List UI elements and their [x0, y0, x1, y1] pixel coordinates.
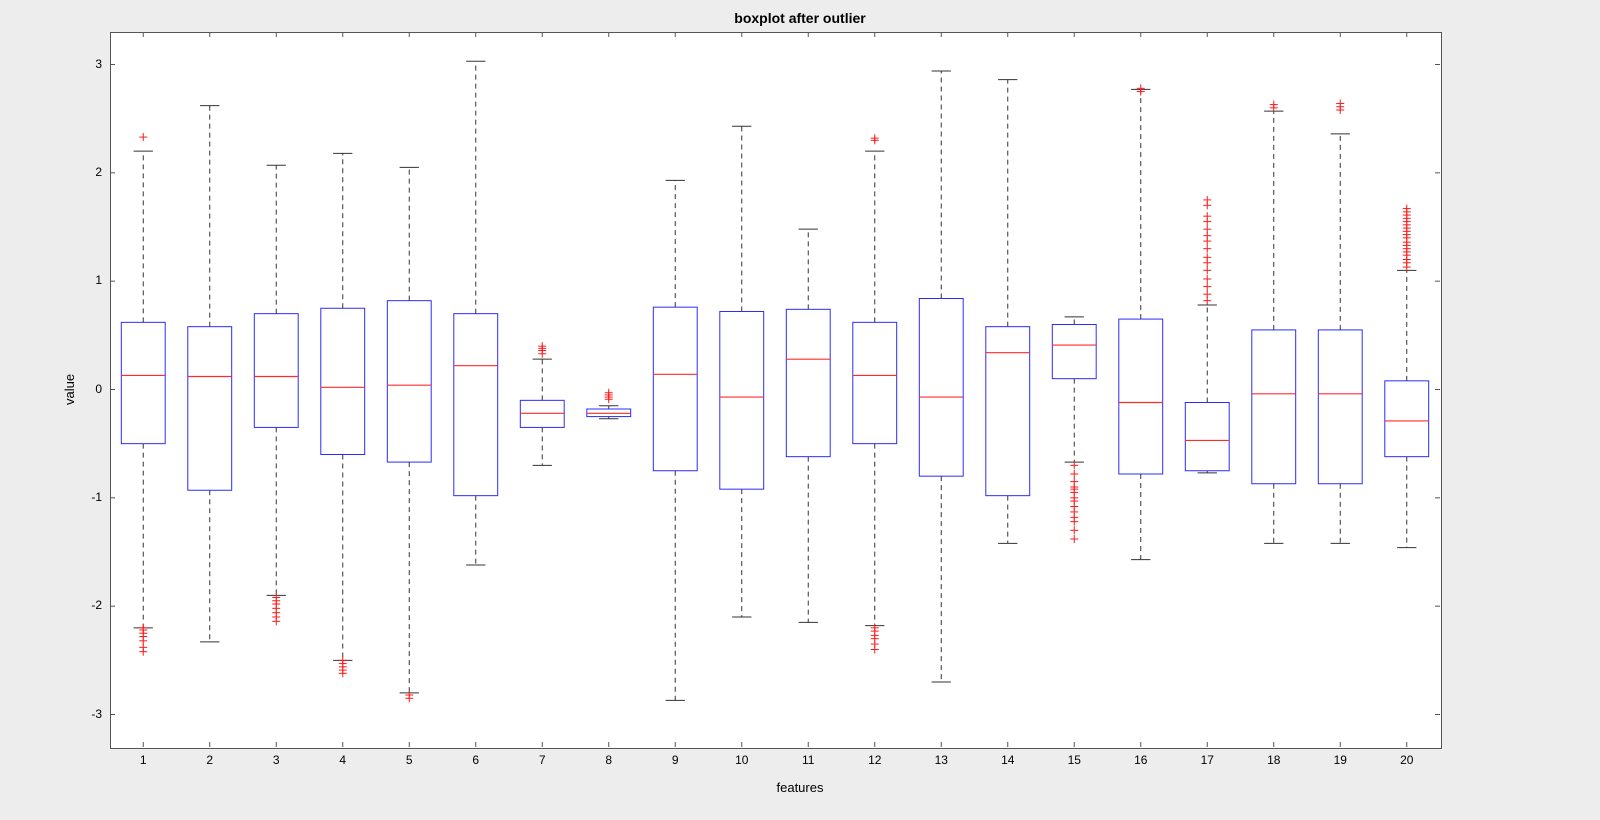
- x-tick-label: 4: [328, 753, 358, 767]
- x-tick-label: 12: [860, 753, 890, 767]
- x-tick-label: 15: [1059, 753, 1089, 767]
- x-tick-label: 10: [727, 753, 757, 767]
- x-tick-label: 11: [793, 753, 823, 767]
- x-tick-label: 13: [926, 753, 956, 767]
- y-tick-label: -2: [72, 598, 102, 612]
- x-tick-label: 9: [660, 753, 690, 767]
- y-tick-label: -1: [72, 490, 102, 504]
- x-tick-label: 20: [1392, 753, 1422, 767]
- x-tick-label: 7: [527, 753, 557, 767]
- x-tick-label: 19: [1325, 753, 1355, 767]
- x-axis-label: features: [0, 780, 1600, 795]
- x-tick-label: 1: [128, 753, 158, 767]
- x-tick-label: 2: [195, 753, 225, 767]
- x-tick-label: 17: [1192, 753, 1222, 767]
- y-tick-label: 1: [72, 273, 102, 287]
- x-tick-label: 16: [1126, 753, 1156, 767]
- x-tick-label: 3: [261, 753, 291, 767]
- boxplot-svg: [0, 0, 1600, 820]
- y-tick-label: -3: [72, 707, 102, 721]
- x-tick-label: 18: [1259, 753, 1289, 767]
- y-tick-label: 2: [72, 165, 102, 179]
- x-tick-label: 6: [461, 753, 491, 767]
- y-axis-label: value: [62, 374, 77, 405]
- y-tick-label: 3: [72, 57, 102, 71]
- figure-window: boxplot after outlier -3-2-10123 1234567…: [0, 0, 1600, 820]
- x-tick-label: 5: [394, 753, 424, 767]
- x-tick-label: 14: [993, 753, 1023, 767]
- x-tick-label: 8: [594, 753, 624, 767]
